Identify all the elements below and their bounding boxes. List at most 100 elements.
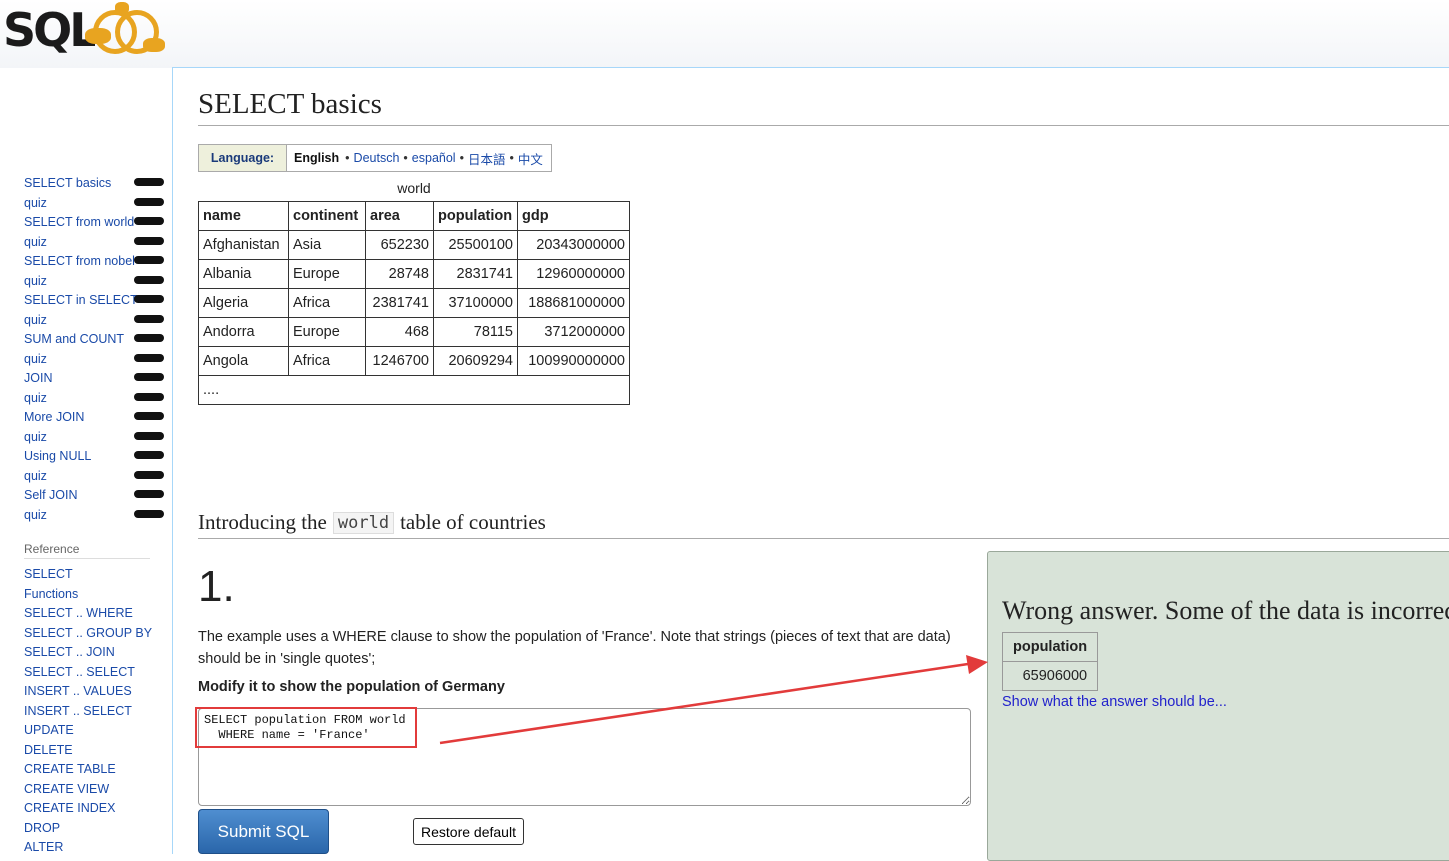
show-answer-link[interactable]: Show what the answer should be... bbox=[1002, 694, 1227, 710]
language-selector: Language: English • Deutsch • español • … bbox=[198, 144, 552, 172]
reference-link[interactable]: DELETE bbox=[24, 743, 73, 757]
sidebar-tutorial-link[interactable]: SELECT basics bbox=[24, 176, 111, 190]
language-link-espanol[interactable]: español bbox=[412, 151, 456, 165]
progress-bar-icon bbox=[134, 314, 164, 323]
table-header-cell: gdp bbox=[517, 201, 630, 231]
sidebar-tutorial-link[interactable]: Self JOIN bbox=[24, 488, 78, 502]
reference-link[interactable]: ALTER bbox=[24, 840, 63, 854]
reference-item: CREATE VIEW bbox=[24, 780, 164, 800]
sidebar: SELECT basics quiz SELECT from world quiz SE… bbox=[0, 68, 172, 854]
progress-bar-icon bbox=[134, 178, 164, 186]
table-cell: Africa bbox=[288, 288, 366, 318]
table-row: Afghanistan Asia 652230 25500100 20343000000 bbox=[198, 230, 630, 260]
reference-link[interactable]: SELECT .. GROUP BY bbox=[24, 626, 152, 640]
reference-title: Reference bbox=[24, 542, 150, 559]
reference-link[interactable]: SELECT .. WHERE bbox=[24, 606, 133, 620]
logo-animal-icon bbox=[143, 38, 165, 52]
world-table: name continent area population gdp Afghanist… bbox=[198, 201, 630, 405]
reference-link[interactable]: INSERT .. SELECT bbox=[24, 704, 132, 718]
sidebar-tutorial-link[interactable]: SELECT from world bbox=[24, 215, 134, 229]
progress-bar-icon bbox=[134, 490, 164, 498]
table-header-cell: area bbox=[365, 201, 434, 231]
sidebar-tutorial-item: quiz bbox=[24, 272, 168, 292]
sidebar-tutorial-link[interactable]: quiz bbox=[24, 352, 47, 366]
question-number: 1. bbox=[198, 562, 235, 611]
reference-link[interactable]: Functions bbox=[24, 587, 78, 601]
sidebar-tutorial-link[interactable]: More JOIN bbox=[24, 410, 84, 424]
sidebar-tutorial-link[interactable]: JOIN bbox=[24, 371, 52, 385]
language-separator: • bbox=[345, 151, 350, 165]
logo-animal-icon bbox=[115, 2, 129, 14]
progress-bar-icon bbox=[134, 256, 164, 264]
reference-item: INSERT .. VALUES bbox=[24, 682, 164, 702]
table-header-cell: name bbox=[198, 201, 289, 231]
reference-link[interactable]: SELECT .. SELECT bbox=[24, 665, 135, 679]
reference-item: SELECT .. JOIN bbox=[24, 643, 164, 663]
reference-item: CREATE TABLE bbox=[24, 760, 164, 780]
sidebar-tutorial-link[interactable]: quiz bbox=[24, 391, 47, 405]
sidebar-tutorial-link[interactable]: quiz bbox=[24, 430, 47, 444]
reference-item: Functions bbox=[24, 585, 164, 605]
sidebar-tutorial-link[interactable]: Using NULL bbox=[24, 449, 91, 463]
sidebar-tutorial-link[interactable]: quiz bbox=[24, 274, 47, 288]
sqlzoo-logo[interactable]: SQLZOO bbox=[3, 2, 168, 60]
sidebar-tutorial-link[interactable]: quiz bbox=[24, 235, 47, 249]
reference-link[interactable]: UPDATE bbox=[24, 723, 74, 737]
table-cell: Afghanistan bbox=[198, 230, 289, 260]
sidebar-tutorial-item: quiz bbox=[24, 467, 168, 487]
sidebar-tutorial-link[interactable]: SELECT in SELECT bbox=[24, 293, 138, 307]
section-heading: Introducing the world table of countries bbox=[198, 510, 546, 535]
sidebar-tutorial-link[interactable]: quiz bbox=[24, 469, 47, 483]
reference-item: SELECT .. WHERE bbox=[24, 604, 164, 624]
progress-bar-icon bbox=[134, 217, 164, 225]
table-cell: Angola bbox=[198, 346, 289, 376]
reference-item: INSERT .. SELECT bbox=[24, 702, 164, 722]
table-cell: 188681000000 bbox=[517, 288, 630, 318]
sidebar-tutorial-item: quiz bbox=[24, 506, 168, 526]
reference-item: CREATE INDEX bbox=[24, 799, 164, 819]
progress-bar-icon bbox=[134, 295, 164, 303]
table-cell: 20609294 bbox=[433, 346, 518, 376]
reference-item: UPDATE bbox=[24, 721, 164, 741]
reference-link[interactable]: SELECT bbox=[24, 567, 73, 581]
progress-bar-icon bbox=[134, 353, 164, 362]
sql-editor[interactable] bbox=[198, 708, 971, 806]
progress-bar-icon bbox=[134, 451, 164, 459]
progress-bar-icon bbox=[134, 509, 164, 518]
reference-link[interactable]: CREATE INDEX bbox=[24, 801, 115, 815]
progress-bar-icon bbox=[134, 197, 164, 206]
sidebar-tutorial-item: quiz bbox=[24, 428, 168, 448]
table-cell: 78115 bbox=[433, 317, 518, 347]
table-row: Albania Europe 28748 2831741 12960000000 bbox=[198, 259, 630, 289]
reference-link[interactable]: SELECT .. JOIN bbox=[24, 645, 115, 659]
restore-default-button[interactable]: Restore default bbox=[413, 818, 524, 845]
sidebar-tutorial-item: Self JOIN bbox=[24, 486, 168, 506]
reference-link[interactable]: DROP bbox=[24, 821, 60, 835]
reference-item: SELECT bbox=[24, 565, 164, 585]
sidebar-tutorial-item: quiz bbox=[24, 233, 168, 253]
language-label: Language: bbox=[199, 145, 287, 171]
reference-link[interactable]: CREATE VIEW bbox=[24, 782, 109, 796]
reference-link[interactable]: CREATE TABLE bbox=[24, 762, 116, 776]
sidebar-tutorial-item: SUM and COUNT bbox=[24, 330, 168, 350]
reference-link[interactable]: INSERT .. VALUES bbox=[24, 684, 132, 698]
sidebar-tutorial-link[interactable]: quiz bbox=[24, 313, 47, 327]
sidebar-tutorial-item: quiz bbox=[24, 311, 168, 331]
language-link-deutsch[interactable]: Deutsch bbox=[354, 151, 400, 165]
result-message: Wrong answer. Some of the data is incorr… bbox=[1002, 596, 1449, 625]
progress-bar-icon bbox=[134, 431, 164, 440]
language-link-japanese[interactable]: 日本語 bbox=[468, 149, 506, 168]
sidebar-tutorial-link[interactable]: SELECT from nobel bbox=[24, 254, 135, 268]
sidebar-tutorial-link[interactable]: quiz bbox=[24, 196, 47, 210]
sidebar-tutorial-link[interactable]: SUM and COUNT bbox=[24, 332, 124, 346]
page-title: SELECT basics bbox=[198, 88, 382, 120]
submit-sql-button[interactable]: Submit SQL bbox=[198, 809, 329, 854]
result-table-header: population bbox=[1001, 632, 1099, 662]
sidebar-tutorial-link[interactable]: quiz bbox=[24, 508, 47, 522]
language-link-chinese[interactable]: 中文 bbox=[518, 149, 543, 168]
table-header-cell: continent bbox=[288, 201, 366, 231]
title-divider bbox=[198, 125, 1449, 126]
table-cell: 2381741 bbox=[365, 288, 434, 318]
table-cell: 2831741 bbox=[433, 259, 518, 289]
sidebar-tutorial-item: More JOIN bbox=[24, 408, 168, 428]
